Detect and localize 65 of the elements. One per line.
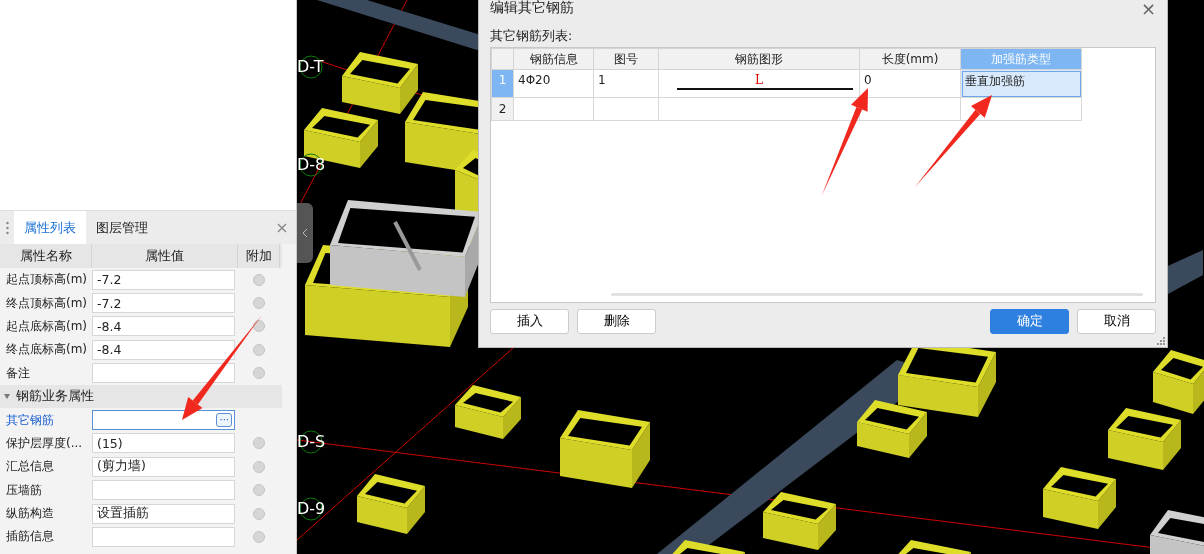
property-value-field[interactable]: -7.2 — [92, 269, 235, 290]
column-header[interactable]: 长度(mm) — [859, 48, 961, 70]
panel-tab[interactable]: 属性列表 — [14, 211, 86, 244]
property-name: 插筋信息 — [5, 528, 55, 546]
table-label: 其它钢筋列表: — [490, 26, 574, 45]
property-value-field[interactable]: (15) — [92, 433, 235, 454]
property-value-field[interactable]: -7.2 — [92, 293, 235, 314]
attach-radio[interactable] — [253, 320, 265, 333]
table-cell: 1 — [593, 69, 659, 98]
property-value-field[interactable]: ··· — [92, 410, 235, 431]
attach-radio[interactable] — [253, 273, 265, 286]
property-value-field[interactable]: 设置插筋 — [92, 503, 235, 524]
property-value-field[interactable]: (剪力墙) — [92, 456, 235, 477]
property-value-field[interactable] — [92, 527, 235, 547]
dialog-button[interactable]: 确定 — [990, 309, 1069, 334]
collapse-panel-handle[interactable] — [297, 203, 313, 263]
axis-label: D-S — [297, 432, 326, 451]
dialog-button[interactable]: 插入 — [490, 309, 569, 334]
chevron-left-icon — [302, 228, 308, 238]
property-name: 汇总信息 — [5, 458, 55, 476]
property-value-field[interactable]: -8.4 — [92, 339, 235, 360]
column-header[interactable]: 钢筋信息 — [513, 48, 594, 70]
attach-radio[interactable] — [253, 367, 265, 380]
property-name: 起点顶标高(m) — [5, 271, 89, 289]
property-name: 备注 — [5, 364, 31, 382]
axis-label: D-8 — [297, 155, 326, 174]
column-header[interactable]: 图号 — [593, 48, 659, 70]
column-header[interactable]: 钢筋图形 — [658, 48, 860, 70]
property-name: 压墙筋 — [5, 481, 43, 499]
rebar-shape-cell: L — [658, 69, 860, 98]
panel-tab[interactable]: 图层管理 — [86, 211, 158, 244]
property-value-field[interactable] — [92, 480, 235, 501]
property-name: 终点顶标高(m) — [5, 294, 89, 312]
property-name: 起点底标高(m) — [5, 317, 89, 335]
drag-handle-icon[interactable] — [5, 220, 9, 235]
close-button[interactable]: × — [1140, 0, 1156, 19]
dialog-button[interactable]: 删除 — [577, 309, 656, 334]
column-header: 属性名称 — [0, 244, 92, 268]
attach-radio[interactable] — [253, 507, 265, 520]
attach-radio[interactable] — [253, 484, 265, 497]
column-header: 属性值 — [92, 244, 238, 268]
property-value-field[interactable] — [92, 363, 235, 384]
table-cell — [593, 97, 659, 121]
property-name: 其它钢筋 — [5, 411, 55, 429]
axis-label: D-T — [297, 57, 324, 76]
row-number[interactable]: 2 — [491, 97, 514, 121]
attach-radio[interactable] — [253, 531, 265, 543]
dialog-title: 编辑其它钢筋 — [490, 0, 574, 17]
axis-label: D-9 — [297, 499, 326, 518]
corner-header — [491, 48, 514, 70]
property-name: 终点底标高(m) — [5, 341, 89, 359]
table-cell[interactable]: 垂直加强筋 — [960, 69, 1082, 98]
attach-radio[interactable] — [253, 297, 265, 310]
attach-radio[interactable] — [253, 437, 265, 450]
property-name: 纵筋构造 — [5, 505, 55, 523]
property-value-field[interactable]: -8.4 — [92, 316, 235, 337]
table-cell: 4Φ20 — [513, 69, 594, 98]
resize-grip-icon[interactable] — [1157, 337, 1165, 345]
attach-radio[interactable] — [253, 343, 265, 356]
ellipsis-button[interactable]: ··· — [216, 413, 232, 428]
column-header: 附加 — [238, 244, 280, 268]
property-name: 保护层厚度(... — [5, 434, 84, 452]
property-group-header[interactable]: 钢筋业务属性 — [0, 384, 282, 409]
attach-radio[interactable] — [253, 460, 265, 473]
dialog-button[interactable]: 取消 — [1077, 309, 1156, 334]
